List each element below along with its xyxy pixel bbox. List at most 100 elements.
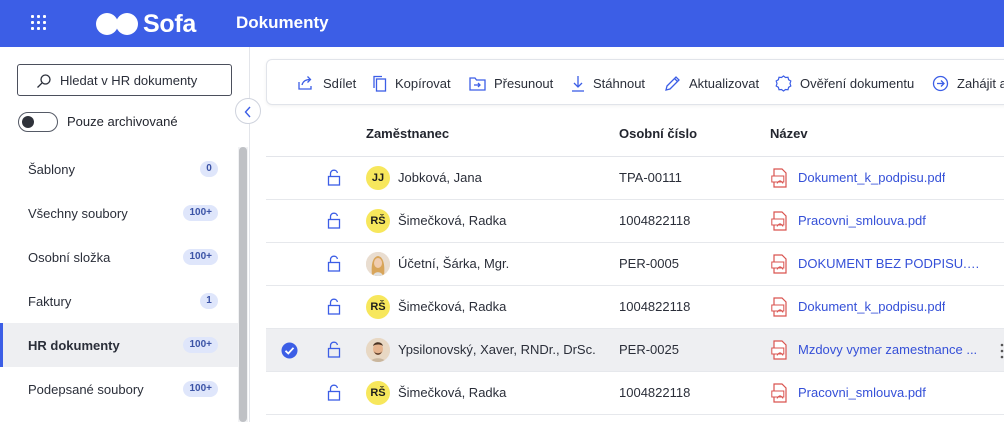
- column-header-personal-number[interactable]: Osobní číslo: [619, 126, 697, 141]
- move-button[interactable]: Přesunout: [469, 60, 553, 106]
- logo-text: Sofa: [143, 9, 196, 38]
- move-folder-icon: [469, 76, 486, 91]
- sidebar-item-label: Podepsané soubory: [28, 381, 144, 397]
- avatar-photo: [366, 252, 390, 276]
- sidebar-item-sablony[interactable]: Šablony 0: [0, 147, 238, 191]
- sidebar-item-label: Šablony: [28, 161, 75, 177]
- copy-button[interactable]: Kopírovat: [372, 60, 451, 106]
- sidebar-item-vsechny-soubory[interactable]: Všechny soubory 100+: [0, 191, 238, 235]
- pdf-file-icon: [771, 297, 787, 317]
- table-row[interactable]: RŠ Šimečková, Radka 1004822118 Dokument_…: [266, 286, 1004, 329]
- unlocked-icon: [327, 169, 341, 186]
- personal-number: 1004822118: [619, 299, 691, 314]
- sidebar-item-podepsane-soubory[interactable]: Podepsané soubory 100+: [0, 367, 238, 411]
- file-link[interactable]: Dokument_k_podpisu.pdf: [798, 299, 945, 314]
- employee-name: Šimečková, Radka: [398, 385, 507, 400]
- employee-name: Ypsilonovský, Xaver, RNDr., DrSc.: [398, 342, 596, 357]
- file-link[interactable]: DOKUMENT BEZ PODPISU.PDF: [798, 256, 984, 271]
- search-icon: [37, 74, 51, 88]
- share-button[interactable]: Sdílet: [297, 60, 356, 106]
- sidebar-item-label: HR dokumenty: [28, 337, 120, 353]
- archive-toggle[interactable]: [18, 112, 58, 132]
- unlocked-icon: [327, 341, 341, 358]
- verify-document-button[interactable]: Ověření dokumentu: [775, 60, 914, 106]
- top-bar: Sofa Dokumenty: [0, 0, 1004, 47]
- search-input[interactable]: [60, 71, 225, 89]
- documents-table: Zaměstnanec Osobní číslo Název JJ Jobkov…: [266, 111, 1004, 415]
- table-row-selected[interactable]: Ypsilonovský, Xaver, RNDr., DrSc. PER-00…: [266, 329, 1004, 372]
- verify-document-label: Ověření dokumentu: [800, 75, 915, 91]
- count-badge: 1: [200, 293, 218, 309]
- personal-number: PER-0025: [619, 342, 679, 357]
- file-link[interactable]: Pracovni_smlouva.pdf: [798, 213, 926, 228]
- count-badge: 100+: [183, 249, 218, 265]
- page-title: Dokumenty: [236, 13, 329, 32]
- person-photo-icon: [366, 338, 390, 362]
- unlocked-icon: [327, 298, 341, 315]
- file-link[interactable]: Pracovni_smlouva.pdf: [798, 385, 926, 400]
- table-row[interactable]: JJ Jobková, Jana TPA-00111 Dokument_k_po…: [266, 157, 1004, 200]
- avatar-photo: [366, 338, 390, 362]
- action-toolbar: Sdílet Kopírovat Přesunout Stáhnout Aktu…: [266, 59, 1004, 105]
- sidebar-scrollbar[interactable]: [238, 147, 248, 422]
- personal-number: PER-0005: [619, 256, 679, 271]
- table-row[interactable]: RŠ Šimečková, Radka 1004822118 Pracovni_…: [266, 200, 1004, 243]
- table-header: Zaměstnanec Osobní číslo Název: [266, 111, 1004, 157]
- search-box[interactable]: [17, 64, 232, 96]
- copy-label: Kopírovat: [395, 75, 451, 91]
- sidebar-item-hr-dokumenty[interactable]: HR dokumenty 100+: [0, 323, 238, 367]
- download-label: Stáhnout: [593, 75, 646, 91]
- sidebar: Pouze archivované Šablony 0 Všechny soub…: [0, 47, 250, 422]
- sidebar-nav: Šablony 0 Všechny soubory 100+ Osobní sl…: [0, 147, 238, 411]
- file-link[interactable]: Dokument_k_podpisu.pdf: [798, 170, 945, 185]
- start-label: Zahájit a: [957, 75, 1004, 91]
- employee-name: Šimečková, Radka: [398, 213, 507, 228]
- unlocked-icon: [327, 384, 341, 401]
- more-vertical-icon[interactable]: [1000, 343, 1004, 359]
- toggle-knob: [22, 116, 34, 128]
- column-header-name[interactable]: Název: [770, 126, 808, 141]
- share-icon: [298, 76, 312, 90]
- avatar: RŠ: [366, 381, 390, 405]
- move-label: Přesunout: [494, 75, 554, 91]
- avatar: RŠ: [366, 209, 390, 233]
- download-icon: [572, 75, 584, 92]
- update-label: Aktualizovat: [689, 75, 760, 91]
- checked-circle-icon[interactable]: [281, 342, 298, 359]
- start-button[interactable]: Zahájit a: [932, 60, 1004, 106]
- personal-number: TPA-00111: [619, 170, 682, 185]
- pdf-file-icon: [771, 168, 787, 188]
- edit-pencil-icon: [665, 75, 680, 91]
- table-row[interactable]: Účetní, Šárka, Mgr. PER-0005 DOKUMENT BE…: [266, 243, 1004, 286]
- file-link[interactable]: Mzdovy vymer zamestnance ...: [798, 342, 977, 357]
- sidebar-item-label: Faktury: [28, 293, 72, 309]
- archive-toggle-label: Pouze archivované: [67, 114, 178, 129]
- pdf-file-icon: [771, 254, 787, 274]
- table-row[interactable]: RŠ Šimečková, Radka 1004822118 Pracovni_…: [266, 372, 1004, 415]
- arrow-circle-right-icon: [932, 75, 949, 91]
- count-badge: 0: [200, 161, 218, 177]
- update-button[interactable]: Aktualizovat: [664, 60, 759, 106]
- app-logo[interactable]: Sofa: [96, 9, 196, 39]
- employee-name: Šimečková, Radka: [398, 299, 507, 314]
- avatar: RŠ: [366, 295, 390, 319]
- scrollbar-thumb[interactable]: [239, 147, 247, 422]
- chevron-left-icon: [244, 106, 251, 118]
- person-photo-icon: [366, 252, 390, 276]
- verify-badge-icon: [775, 74, 792, 92]
- avatar: JJ: [366, 166, 390, 190]
- count-badge: 100+: [183, 337, 218, 353]
- column-header-employee[interactable]: Zaměstnanec: [366, 126, 449, 141]
- download-button[interactable]: Stáhnout: [571, 60, 645, 106]
- sidebar-item-osobni-slozka[interactable]: Osobní složka 100+: [0, 235, 238, 279]
- copy-icon: [373, 75, 387, 92]
- personal-number: 1004822118: [619, 213, 691, 228]
- collapse-sidebar-button[interactable]: [235, 98, 261, 124]
- apps-grid-icon[interactable]: [31, 15, 47, 31]
- personal-number: 1004822118: [619, 385, 691, 400]
- unlocked-icon: [327, 255, 341, 272]
- share-label: Sdílet: [323, 75, 357, 91]
- sidebar-item-faktury[interactable]: Faktury 1: [0, 279, 238, 323]
- logo-circle-icon: [116, 13, 138, 35]
- employee-name: Účetní, Šárka, Mgr.: [398, 256, 510, 271]
